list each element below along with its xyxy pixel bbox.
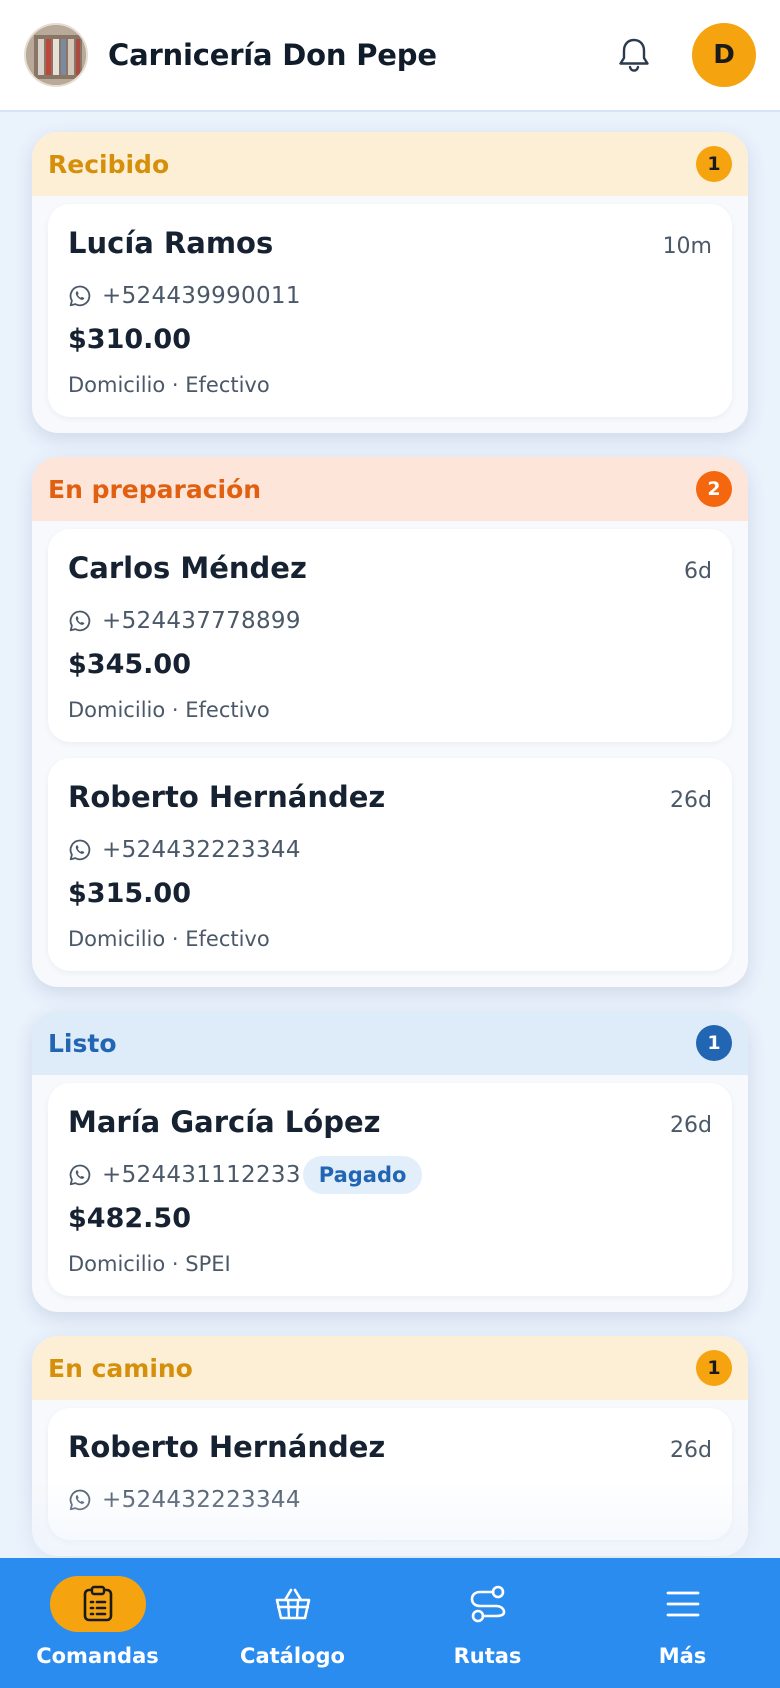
nav-label: Catálogo <box>240 1644 345 1668</box>
order-card[interactable]: Roberto Hernández 26d +524432223344 $315.00… <box>48 758 732 971</box>
nav-label: Más <box>658 1644 707 1668</box>
phone-row: +524439990011 <box>68 276 712 316</box>
card-top-row: María García López 26d <box>68 1105 712 1139</box>
notifications-button[interactable] <box>606 27 662 83</box>
order-meta: Domicilio · Efectivo <box>68 698 270 722</box>
order-amount: $482.50 <box>68 1203 191 1234</box>
customer-name: Roberto Hernández <box>68 1430 386 1464</box>
nav-item-catalogo[interactable]: Catálogo <box>203 1576 383 1668</box>
nav-item-mas[interactable]: Más <box>593 1576 773 1668</box>
order-age: 26d <box>670 1438 712 1463</box>
whatsapp-icon <box>69 1164 91 1186</box>
order-amount: $310.00 <box>68 324 191 355</box>
basket-icon <box>245 1576 341 1632</box>
customer-name: Carlos Méndez <box>68 551 307 585</box>
order-amount: $315.00 <box>68 878 191 909</box>
customer-name: Lucía Ramos <box>68 226 274 260</box>
whatsapp-icon <box>69 610 91 632</box>
nav-label: Comandas <box>36 1644 159 1668</box>
bottom-navigation: Comandas Catálogo Rutas Más <box>0 1558 780 1688</box>
paid-badge: Pagado <box>302 1156 423 1194</box>
column-count-badge: 1 <box>696 146 732 182</box>
whatsapp-icon <box>69 1489 91 1511</box>
card-top-row: Carlos Méndez 6d <box>68 551 712 585</box>
order-meta: Domicilio · Efectivo <box>68 373 270 397</box>
order-age: 6d <box>684 559 712 584</box>
order-meta: Domicilio · SPEI <box>68 1252 231 1276</box>
phone-row: +524431112233 Pagado <box>68 1155 712 1195</box>
customer-phone[interactable]: +524439990011 <box>102 283 301 309</box>
column-header[interactable]: En camino 1 <box>32 1336 748 1400</box>
column-count-badge: 2 <box>696 471 732 507</box>
column-header[interactable]: En preparación 2 <box>32 457 748 521</box>
top-app-bar: Carnicería Don Pepe D <box>0 0 780 112</box>
card-top-row: Roberto Hernández 26d <box>68 780 712 814</box>
customer-phone[interactable]: +524437778899 <box>102 608 301 634</box>
shop-name: Carnicería Don Pepe <box>108 38 437 72</box>
shop-photo-icon <box>26 25 86 85</box>
order-age: 26d <box>670 788 712 813</box>
menu-icon <box>635 1576 731 1632</box>
order-amount: $345.00 <box>68 649 191 680</box>
customer-phone[interactable]: +524431112233 <box>102 1162 301 1188</box>
customer-name: Roberto Hernández <box>68 780 386 814</box>
column-title: En camino <box>48 1353 193 1383</box>
whatsapp-icon <box>69 285 91 307</box>
app-root: Carnicería Don Pepe D Recibido 1 Lucía Ram… <box>0 0 780 1688</box>
order-column: Recibido 1 Lucía Ramos 10m +524439990011 $310… <box>32 132 748 433</box>
order-card[interactable]: Lucía Ramos 10m +524439990011 $310.00 Domici… <box>48 204 732 417</box>
card-top-row: Lucía Ramos 10m <box>68 226 712 260</box>
orders-board: Recibido 1 Lucía Ramos 10m +524439990011 $310… <box>32 132 748 1580</box>
phone-row: +524437778899 <box>68 601 712 641</box>
shop-avatar[interactable] <box>24 23 88 87</box>
order-column: Listo 1 María García López 26d +524431112233… <box>32 1011 748 1312</box>
customer-phone[interactable]: +524432223344 <box>102 837 301 863</box>
order-column: En camino 1 Roberto Hernández 26d +524432223… <box>32 1336 748 1556</box>
card-top-row: Roberto Hernández 26d <box>68 1430 712 1464</box>
column-title: En preparación <box>48 474 262 504</box>
column-header[interactable]: Recibido 1 <box>32 132 748 196</box>
customer-name: María García López <box>68 1105 381 1139</box>
column-header[interactable]: Listo 1 <box>32 1011 748 1075</box>
nav-item-rutas[interactable]: Rutas <box>398 1576 578 1668</box>
order-meta: Domicilio · Efectivo <box>68 927 270 951</box>
order-card[interactable]: Carlos Méndez 6d +524437778899 $345.00 Domic… <box>48 529 732 742</box>
clipboard-icon <box>49 1576 146 1632</box>
nav-item-comandas[interactable]: Comandas <box>8 1576 188 1668</box>
user-avatar[interactable]: D <box>692 23 756 87</box>
order-age: 10m <box>662 234 712 259</box>
bell-icon <box>619 38 649 72</box>
column-count-badge: 1 <box>696 1025 732 1061</box>
column-title: Recibido <box>48 149 170 179</box>
order-age: 26d <box>670 1113 712 1138</box>
column-title: Listo <box>48 1028 117 1058</box>
customer-phone[interactable]: +524432223344 <box>102 1487 301 1513</box>
phone-row: +524432223344 <box>68 1480 712 1520</box>
phone-row: +524432223344 <box>68 830 712 870</box>
order-card[interactable]: María García López 26d +524431112233 Pagado… <box>48 1083 732 1296</box>
route-icon <box>440 1576 536 1632</box>
order-card[interactable]: Roberto Hernández 26d +524432223344 <box>48 1408 732 1540</box>
whatsapp-icon <box>69 839 91 861</box>
column-count-badge: 1 <box>696 1350 732 1386</box>
order-column: En preparación 2 Carlos Méndez 6d +524437778… <box>32 457 748 987</box>
nav-label: Rutas <box>453 1644 522 1668</box>
